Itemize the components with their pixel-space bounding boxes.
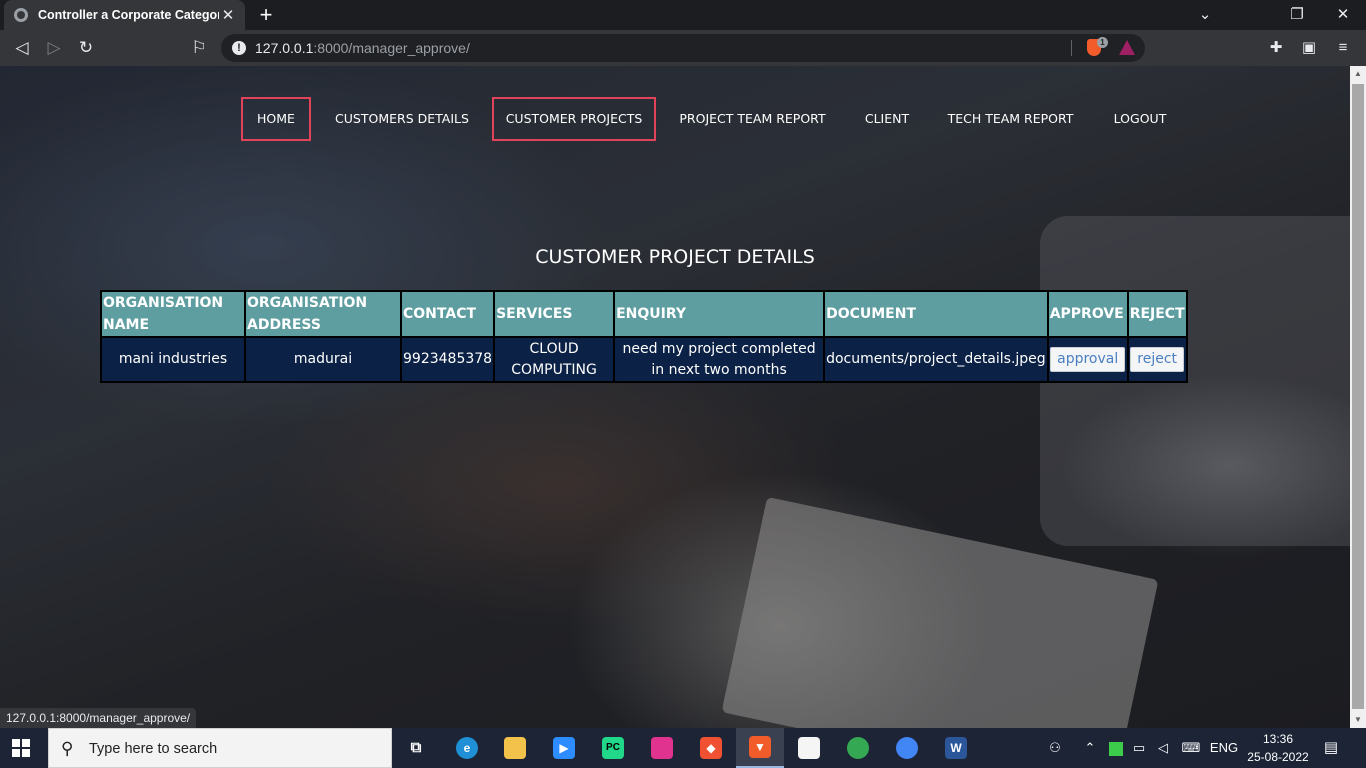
cell-approve: approval xyxy=(1046,336,1129,383)
restore-window-icon[interactable]: ❐ xyxy=(1274,0,1320,30)
reject-button[interactable]: reject xyxy=(1130,347,1185,372)
app-pink-icon[interactable] xyxy=(638,728,686,768)
approval-button[interactable]: approval xyxy=(1050,347,1126,372)
main-nav: HOME CUSTOMERS DETAILS CUSTOMER PROJECTS… xyxy=(0,97,1350,141)
scroll-up-arrow-icon[interactable]: ▲ xyxy=(1350,66,1366,82)
network-icon[interactable]: ▭ xyxy=(1128,728,1150,768)
page-scrollbar[interactable]: ▲ ▼ xyxy=(1350,66,1366,728)
shields-count-badge: 1 xyxy=(1097,37,1108,48)
tab-search-chevron-icon[interactable]: ⌄ xyxy=(1182,0,1228,30)
cell-services: CLOUD COMPUTING xyxy=(493,336,616,383)
page-viewport: HOME CUSTOMERS DETAILS CUSTOMER PROJECTS… xyxy=(0,66,1350,728)
cell-contact: 9923485378 xyxy=(399,336,496,383)
nav-home[interactable]: HOME xyxy=(241,97,311,141)
nav-project-team-report[interactable]: PROJECT TEAM REPORT xyxy=(674,97,831,141)
col-header-organisation-address: ORGANISATION ADDRESS xyxy=(244,290,402,338)
clock-date: 25-08-2022 xyxy=(1247,750,1309,764)
reload-icon[interactable]: ↻ xyxy=(74,36,98,60)
tray-chevron-up-icon[interactable]: ⌃ xyxy=(1080,728,1100,768)
col-header-services: SERVICES xyxy=(493,290,616,338)
notification-icon[interactable]: ▤ xyxy=(1320,737,1342,759)
browser-toolbar: ◁ ▷ ↻ ⚐ ! 127.0.0.1:8000/manager_approve… xyxy=(0,30,1366,66)
zoom-icon[interactable]: ▶ xyxy=(540,728,588,768)
people-icon[interactable]: ⚇ xyxy=(1044,728,1066,768)
scroll-down-arrow-icon[interactable]: ▼ xyxy=(1350,712,1366,728)
search-icon: ⚲ xyxy=(61,739,74,758)
col-header-contact: CONTACT xyxy=(399,290,496,338)
col-header-document: DOCUMENT xyxy=(823,290,1049,338)
tab-close-icon[interactable]: ✕ xyxy=(219,6,237,24)
address-divider xyxy=(1071,40,1072,56)
extensions-puzzle-icon[interactable]: ✚ xyxy=(1264,36,1288,60)
cell-document: documents/project_details.jpeg xyxy=(823,336,1049,383)
customer-projects-table: ORGANISATION NAME ORGANISATION ADDRESS C… xyxy=(100,290,1188,383)
site-info-icon[interactable]: ! xyxy=(232,41,246,55)
address-bar[interactable]: ! 127.0.0.1:8000/manager_approve/ 1 xyxy=(221,34,1145,62)
keyboard-icon[interactable]: ⌨ xyxy=(1178,728,1204,768)
tray-app-icon[interactable] xyxy=(1106,728,1126,768)
git-icon[interactable]: ◆ xyxy=(687,728,735,768)
taskbar-search-box[interactable]: ⚲ Type here to search xyxy=(48,728,392,768)
col-header-reject: REJECT xyxy=(1126,290,1188,338)
new-tab-button[interactable]: + xyxy=(255,2,277,28)
chrome-profile-icon[interactable] xyxy=(883,728,931,768)
col-header-approve: APPROVE xyxy=(1046,290,1129,338)
pycharm-icon[interactable]: PC xyxy=(589,728,637,768)
back-arrow-icon[interactable]: ◁ xyxy=(10,36,34,60)
brave-browser-icon[interactable]: ▼ xyxy=(736,728,784,768)
nav-client[interactable]: CLIENT xyxy=(858,97,916,141)
clock-time: 13:36 xyxy=(1262,732,1294,746)
page-title: CUSTOMER PROJECT DETAILS xyxy=(535,246,815,268)
nav-logout[interactable]: LOGOUT xyxy=(1106,97,1174,141)
nav-customers-details[interactable]: CUSTOMERS DETAILS xyxy=(330,97,474,141)
table-row: mani industries madurai 9923485378 CLOUD… xyxy=(100,336,1188,383)
wallet-icon[interactable]: ▣ xyxy=(1297,36,1321,60)
cell-organisation-name: mani industries xyxy=(100,336,246,383)
language-indicator[interactable]: ENG xyxy=(1208,728,1240,768)
windows-taskbar: ⚲ Type here to search ⧉ e ▶ PC ◆ ▼ W ⚇ ⌃… xyxy=(0,728,1366,768)
close-window-icon[interactable]: ✕ xyxy=(1320,0,1366,30)
tab-title: Controller a Corporate Category P xyxy=(38,8,219,22)
address-url[interactable]: 127.0.0.1:8000/manager_approve/ xyxy=(255,34,470,62)
word-icon[interactable]: W xyxy=(932,728,980,768)
document-icon[interactable] xyxy=(785,728,833,768)
nav-customer-projects[interactable]: CUSTOMER PROJECTS xyxy=(492,97,656,141)
brave-rewards-icon[interactable] xyxy=(1119,40,1135,55)
cell-enquiry: need my project completed in next two mo… xyxy=(613,336,826,383)
taskbar-clock[interactable]: 13:36 25-08-2022 xyxy=(1246,730,1310,766)
nav-tech-team-report[interactable]: TECH TEAM REPORT xyxy=(942,97,1079,141)
edge-icon[interactable]: e xyxy=(443,728,491,768)
forward-arrow-icon[interactable]: ▷ xyxy=(42,36,66,60)
taskbar-search-placeholder: Type here to search xyxy=(89,741,218,757)
col-header-enquiry: ENQUIRY xyxy=(613,290,826,338)
col-header-organisation-name: ORGANISATION NAME xyxy=(100,290,246,338)
table-header-row: ORGANISATION NAME ORGANISATION ADDRESS C… xyxy=(100,290,1188,338)
file-explorer-icon[interactable] xyxy=(491,728,539,768)
scrollbar-thumb[interactable] xyxy=(1352,84,1364,709)
browser-tab-strip: Controller a Corporate Category P ✕ + ⌄ … xyxy=(0,0,1366,30)
chrome-icon[interactable] xyxy=(834,728,882,768)
task-view-icon[interactable]: ⧉ xyxy=(392,728,440,768)
cell-organisation-address: madurai xyxy=(244,336,402,383)
volume-icon[interactable]: ◁ xyxy=(1152,728,1174,768)
menu-icon[interactable]: ≡ xyxy=(1331,36,1355,60)
browser-tab[interactable]: Controller a Corporate Category P ✕ xyxy=(4,0,245,30)
background-overlay xyxy=(0,66,1350,728)
bookmark-icon[interactable]: ⚐ xyxy=(187,36,211,60)
globe-icon xyxy=(14,8,28,22)
cell-reject: reject xyxy=(1126,336,1188,383)
windows-start-icon[interactable] xyxy=(12,739,30,757)
link-status-bar: 127.0.0.1:8000/manager_approve/ xyxy=(0,708,197,728)
